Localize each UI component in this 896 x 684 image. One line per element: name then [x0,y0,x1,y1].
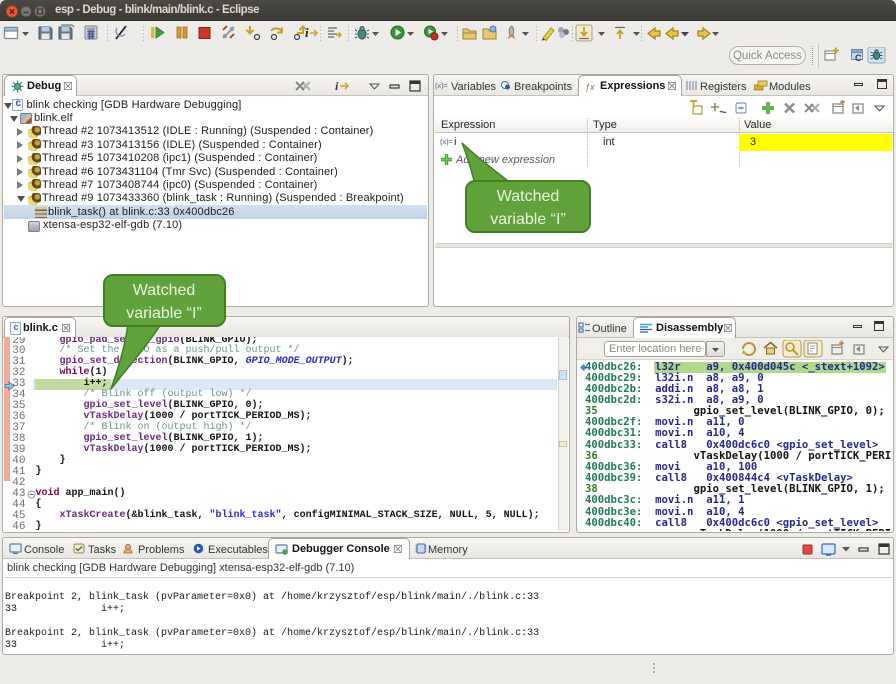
svg-text:variable “I”: variable “I” [490,211,566,228]
svg-text:i: i [305,25,309,40]
svg-text:Watched: Watched [497,188,560,205]
svg-text:(x)=: (x)= [435,83,448,90]
svg-text:Watched: Watched [133,282,196,299]
svg-text:variable “I”: variable “I” [126,305,202,322]
svg-text:(x)=: (x)= [440,139,453,146]
svg-text:x: x [589,82,595,92]
svg-text:C: C [855,53,862,63]
svg-text:i: i [335,79,339,93]
